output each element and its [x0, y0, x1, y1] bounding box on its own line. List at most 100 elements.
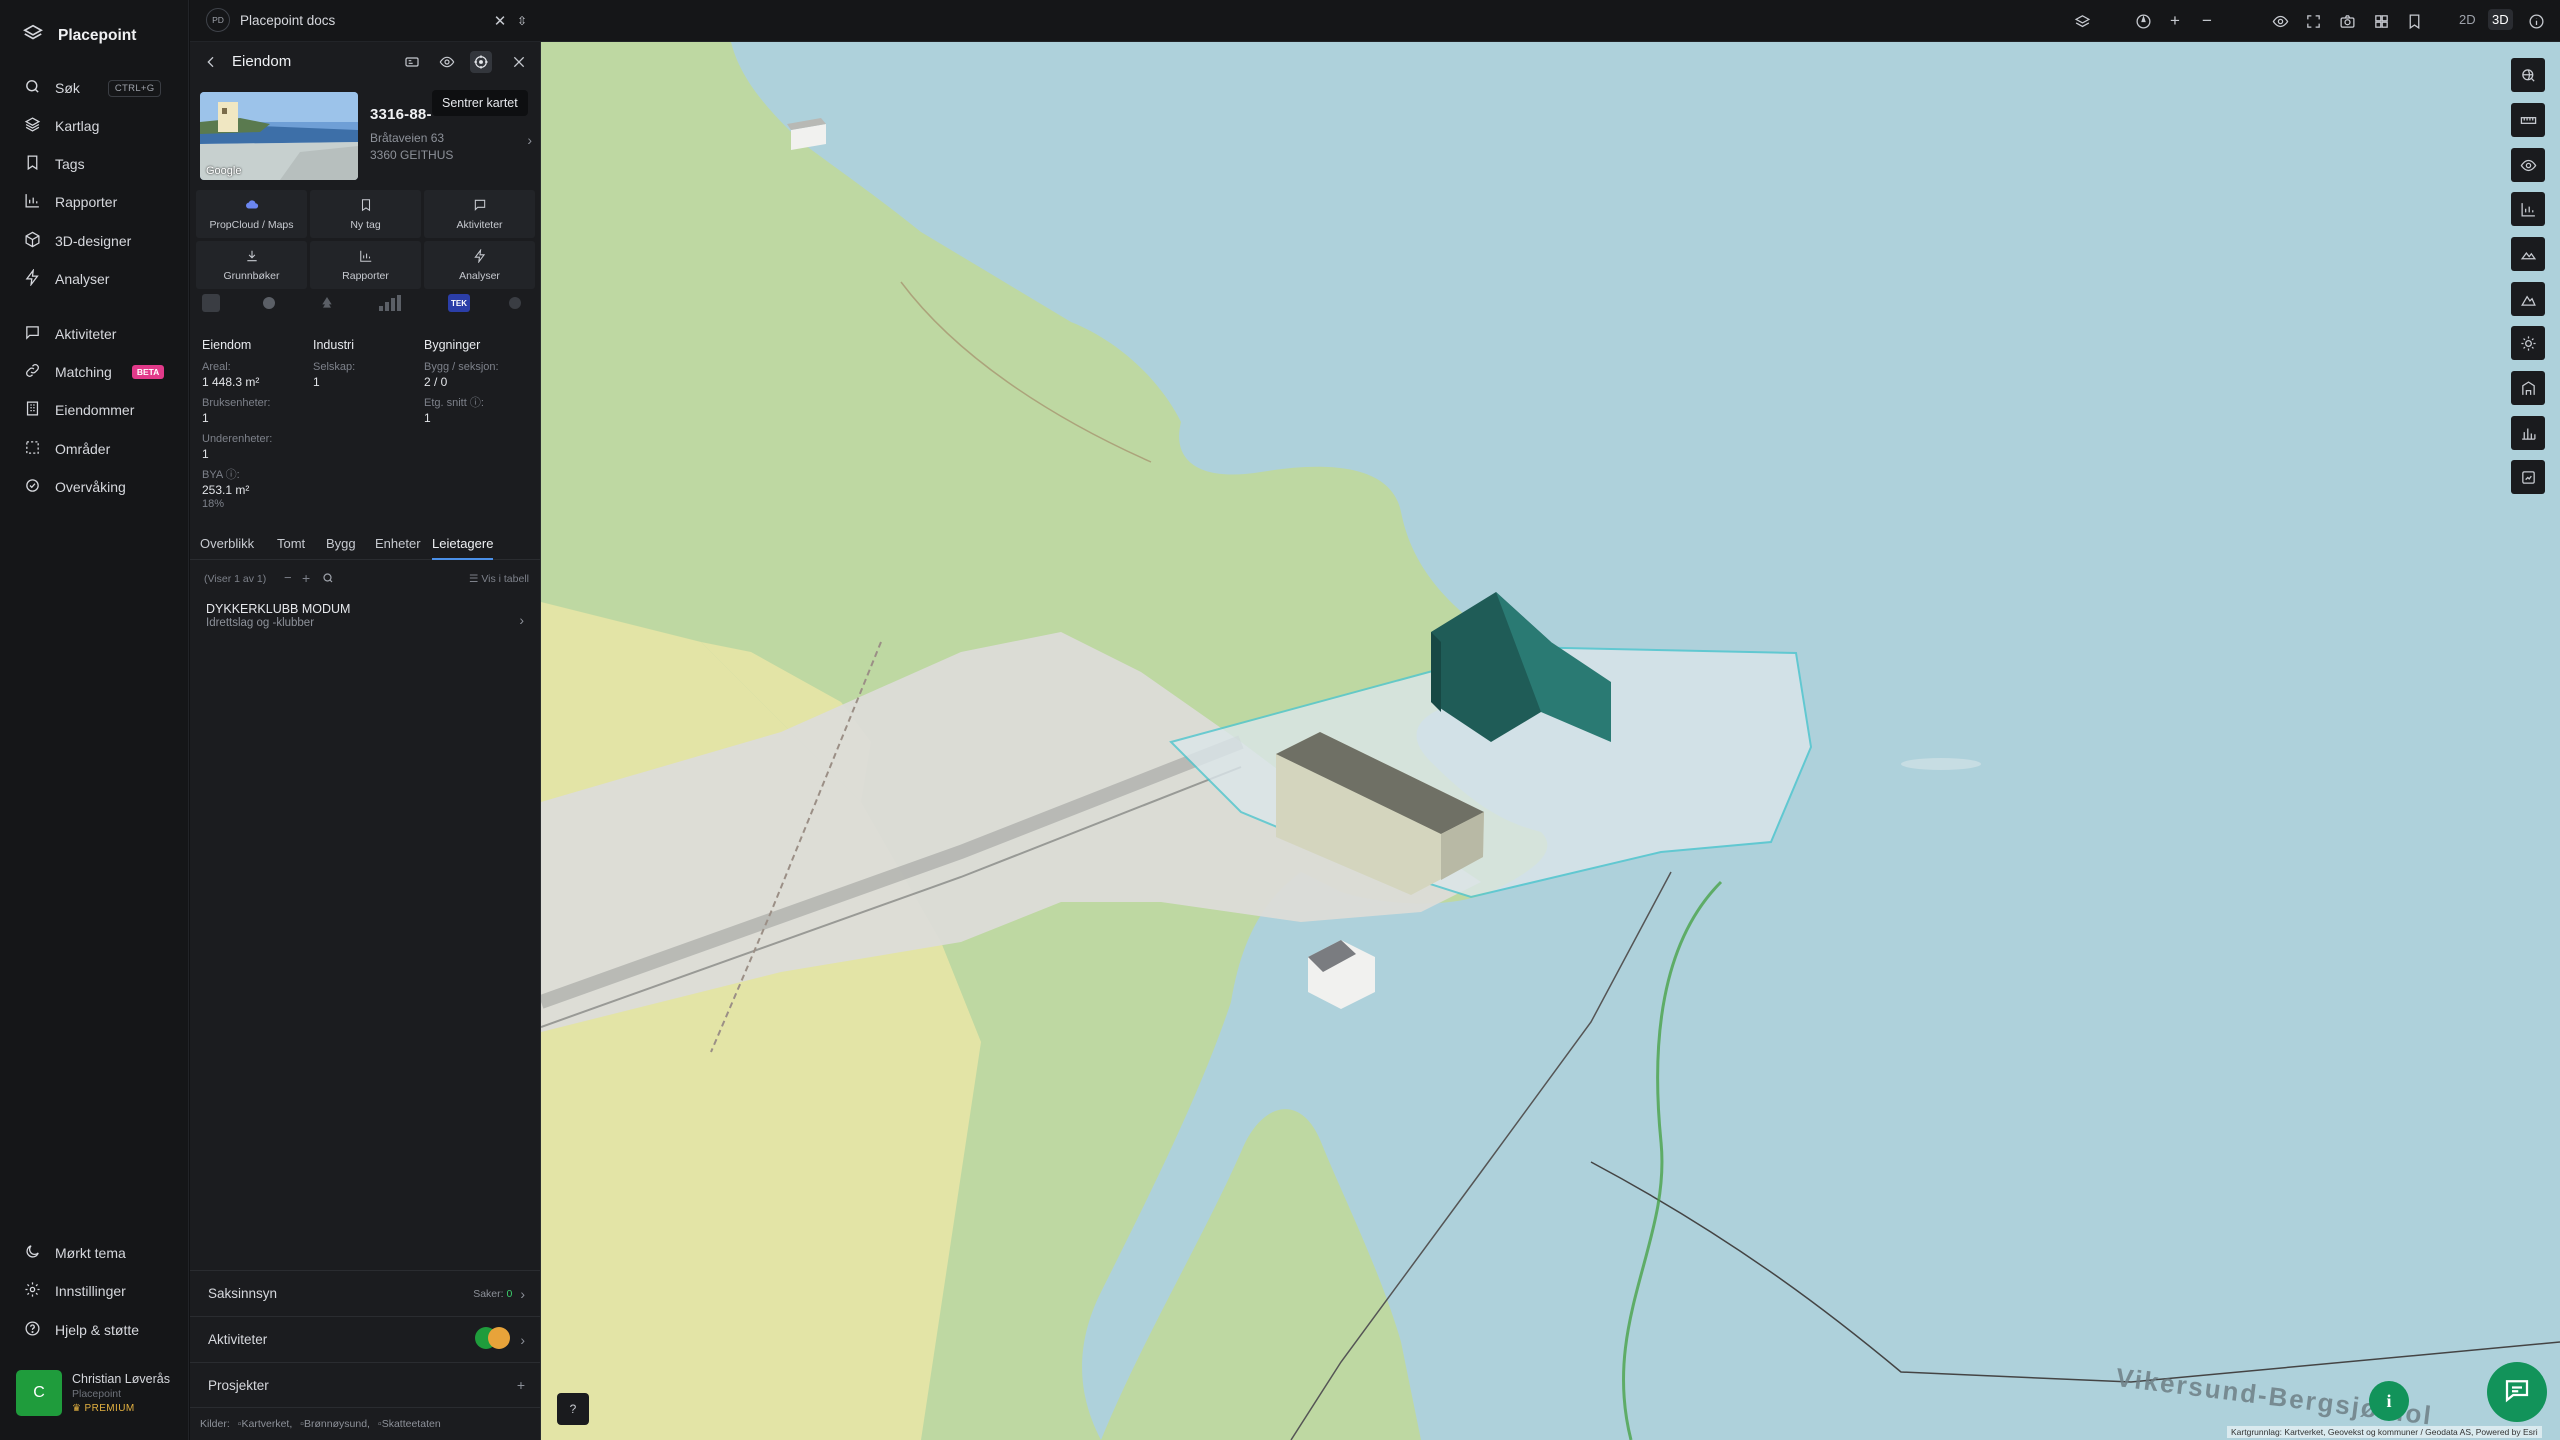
id-mini-icon[interactable] — [202, 294, 220, 312]
user-profile[interactable]: C Christian Løverås Placepoint ♛ PREMIUM — [16, 1368, 176, 1418]
chevron-updown-icon[interactable]: ⇳ — [510, 9, 534, 33]
nav-item-settings[interactable]: Innstillinger — [24, 1277, 174, 1305]
analyses-button[interactable]: Analyser — [424, 241, 535, 289]
source-skatteetaten[interactable]: ▫Skatteetaten — [378, 1418, 441, 1430]
nav-item-eiendommer[interactable]: Eiendommer — [24, 396, 174, 424]
list-count: (Viser 1 av 1) — [204, 573, 267, 585]
nav-label: Områder — [55, 441, 111, 457]
map-canvas[interactable]: Vikersund-Bergsjø hol Kartgrunnlag: Kart… — [541, 42, 2560, 1440]
help-button[interactable]: ? — [557, 1393, 589, 1425]
back-arrow-icon[interactable] — [200, 51, 222, 73]
tab-bygg[interactable]: Bygg — [326, 536, 356, 558]
search-icon[interactable] — [322, 572, 334, 587]
main-nav: Placepoint Søk CTRL+G Kartlag Tags Rappo… — [0, 0, 189, 1440]
grid-icon[interactable] — [2369, 9, 2393, 33]
terrain-tool-icon[interactable] — [2511, 282, 2545, 316]
compass-icon[interactable] — [2131, 9, 2155, 33]
activities-button[interactable]: Aktiviteter — [424, 190, 535, 238]
propcloud-button[interactable]: PropCloud / Maps — [196, 190, 307, 238]
brand[interactable]: Placepoint — [22, 22, 136, 49]
stats-heading: Bygninger — [424, 338, 481, 352]
table-view-link[interactable]: ☰ Vis i tabell — [469, 573, 529, 585]
nav-label: Aktiviteter — [55, 326, 117, 342]
nav-item-tags[interactable]: Tags — [24, 150, 174, 178]
info-button[interactable]: i — [2369, 1381, 2409, 1421]
building-tool-icon[interactable] — [2511, 371, 2545, 405]
nav-item-omrader[interactable]: Områder — [24, 435, 174, 463]
section-meta: › — [474, 1326, 525, 1353]
source-label: Kartverket, — [241, 1418, 293, 1430]
bookmark-top-icon[interactable] — [2402, 9, 2426, 33]
source-bronnoysund[interactable]: ▫Brønnøysund, — [300, 1418, 370, 1430]
chart-tool-icon[interactable] — [2511, 192, 2545, 226]
nav-label: Tags — [55, 156, 85, 172]
property-photo[interactable]: Google — [200, 92, 358, 180]
tree-mini-icon[interactable] — [318, 294, 336, 312]
collapse-icon[interactable]: − — [284, 570, 292, 585]
nav-item-matching[interactable]: Matching BETA — [24, 358, 174, 386]
mode-3d-button[interactable]: 3D — [2488, 9, 2513, 30]
measure-tool-icon[interactable] — [2511, 103, 2545, 137]
add-icon[interactable]: + — [302, 570, 310, 586]
land-registry-button[interactable]: Grunnbøker — [196, 241, 307, 289]
info-icon: i — [2386, 1390, 2392, 1411]
nav-item-help[interactable]: Hjelp & støtte — [24, 1316, 174, 1344]
dots-mini-icon[interactable] — [506, 294, 524, 312]
nav-item-3d-designer[interactable]: 3D-designer — [24, 227, 174, 255]
section-saksinnsyn[interactable]: Saksinnsyn Saker: 0 › — [190, 1270, 541, 1316]
section-aktiviteter[interactable]: Aktiviteter › — [190, 1316, 541, 1362]
address-line2: 3360 GEITHUS — [370, 148, 454, 162]
doc-tab[interactable]: PD Placepoint docs — [206, 8, 335, 32]
nav-item-rapporter[interactable]: Rapporter — [24, 188, 174, 216]
layers-toggle-icon[interactable] — [2070, 9, 2094, 33]
view-tool-icon[interactable] — [2511, 148, 2545, 182]
mode-2d-button[interactable]: 2D — [2455, 9, 2480, 30]
panel-header: Eiendom — [190, 42, 541, 82]
list-item[interactable]: DYKKERKLUBB MODUM Idrettslag og -klubber — [206, 602, 350, 629]
eye-icon[interactable] — [2268, 9, 2292, 33]
globe-search-tool-icon[interactable] — [2511, 58, 2545, 92]
bars-tool-icon[interactable] — [2511, 416, 2545, 450]
chevron-right-icon[interactable]: › — [519, 612, 524, 628]
tab-overblikk[interactable]: Overblikk — [200, 536, 254, 558]
zoom-out-icon[interactable]: − — [2195, 9, 2219, 33]
nav-item-search[interactable]: Søk CTRL+G — [24, 74, 174, 102]
nav-item-overvaking[interactable]: Overvåking — [24, 473, 174, 501]
sun-tool-icon[interactable] — [2511, 326, 2545, 360]
section-prosjekter[interactable]: Prosjekter + — [190, 1362, 541, 1408]
property-address: Bråtaveien 63 3360 GEITHUS — [370, 130, 453, 164]
eye-icon[interactable] — [436, 51, 458, 73]
reports-button[interactable]: Rapporter — [310, 241, 421, 289]
nav-item-kartlag[interactable]: Kartlag — [24, 112, 174, 140]
doc-title: Placepoint docs — [240, 12, 336, 28]
tab-tomt[interactable]: Tomt — [277, 536, 305, 558]
source-kartverket[interactable]: ▫Kartverket, — [238, 1418, 293, 1430]
zoom-in-icon[interactable]: + — [2163, 9, 2187, 33]
nav-label: 3D-designer — [55, 233, 132, 249]
gear-icon — [24, 1281, 41, 1301]
stat-value: 2 / 0 — [424, 375, 448, 389]
tab-leietagere[interactable]: Leietagere — [432, 536, 494, 560]
add-project-button[interactable]: + — [517, 1377, 525, 1393]
close-icon[interactable] — [508, 51, 530, 73]
nav-item-dark-theme[interactable]: Mørkt tema — [24, 1239, 174, 1267]
stats-eiendom: Eiendom Areal: 1 448.3 m² Bruksenheter: … — [202, 338, 310, 510]
close-doc-icon[interactable]: ✕ — [488, 9, 512, 33]
center-map-icon[interactable] — [470, 51, 492, 73]
signal-mini-icon[interactable] — [376, 294, 402, 312]
chat-button[interactable] — [2487, 1362, 2547, 1422]
id-card-icon[interactable] — [401, 51, 423, 73]
globe-mini-icon[interactable] — [260, 294, 278, 312]
export-tool-icon[interactable] — [2511, 460, 2545, 494]
camera-icon[interactable] — [2335, 9, 2359, 33]
nav-item-aktiviteter[interactable]: Aktiviteter — [24, 320, 174, 348]
chevron-right-icon[interactable]: › — [527, 132, 532, 148]
nav-item-analyser[interactable]: Analyser — [24, 265, 174, 293]
new-tag-button[interactable]: Ny tag — [310, 190, 421, 238]
fullscreen-icon[interactable] — [2301, 9, 2325, 33]
info-icon[interactable] — [2524, 9, 2548, 33]
profile-tool-icon[interactable] — [2511, 237, 2545, 271]
tab-enheter[interactable]: Enheter — [375, 536, 421, 558]
panel-tabs: Overblikk Tomt Bygg Enheter Leietagere — [190, 530, 541, 560]
tek-badge[interactable]: TEK — [448, 294, 470, 312]
